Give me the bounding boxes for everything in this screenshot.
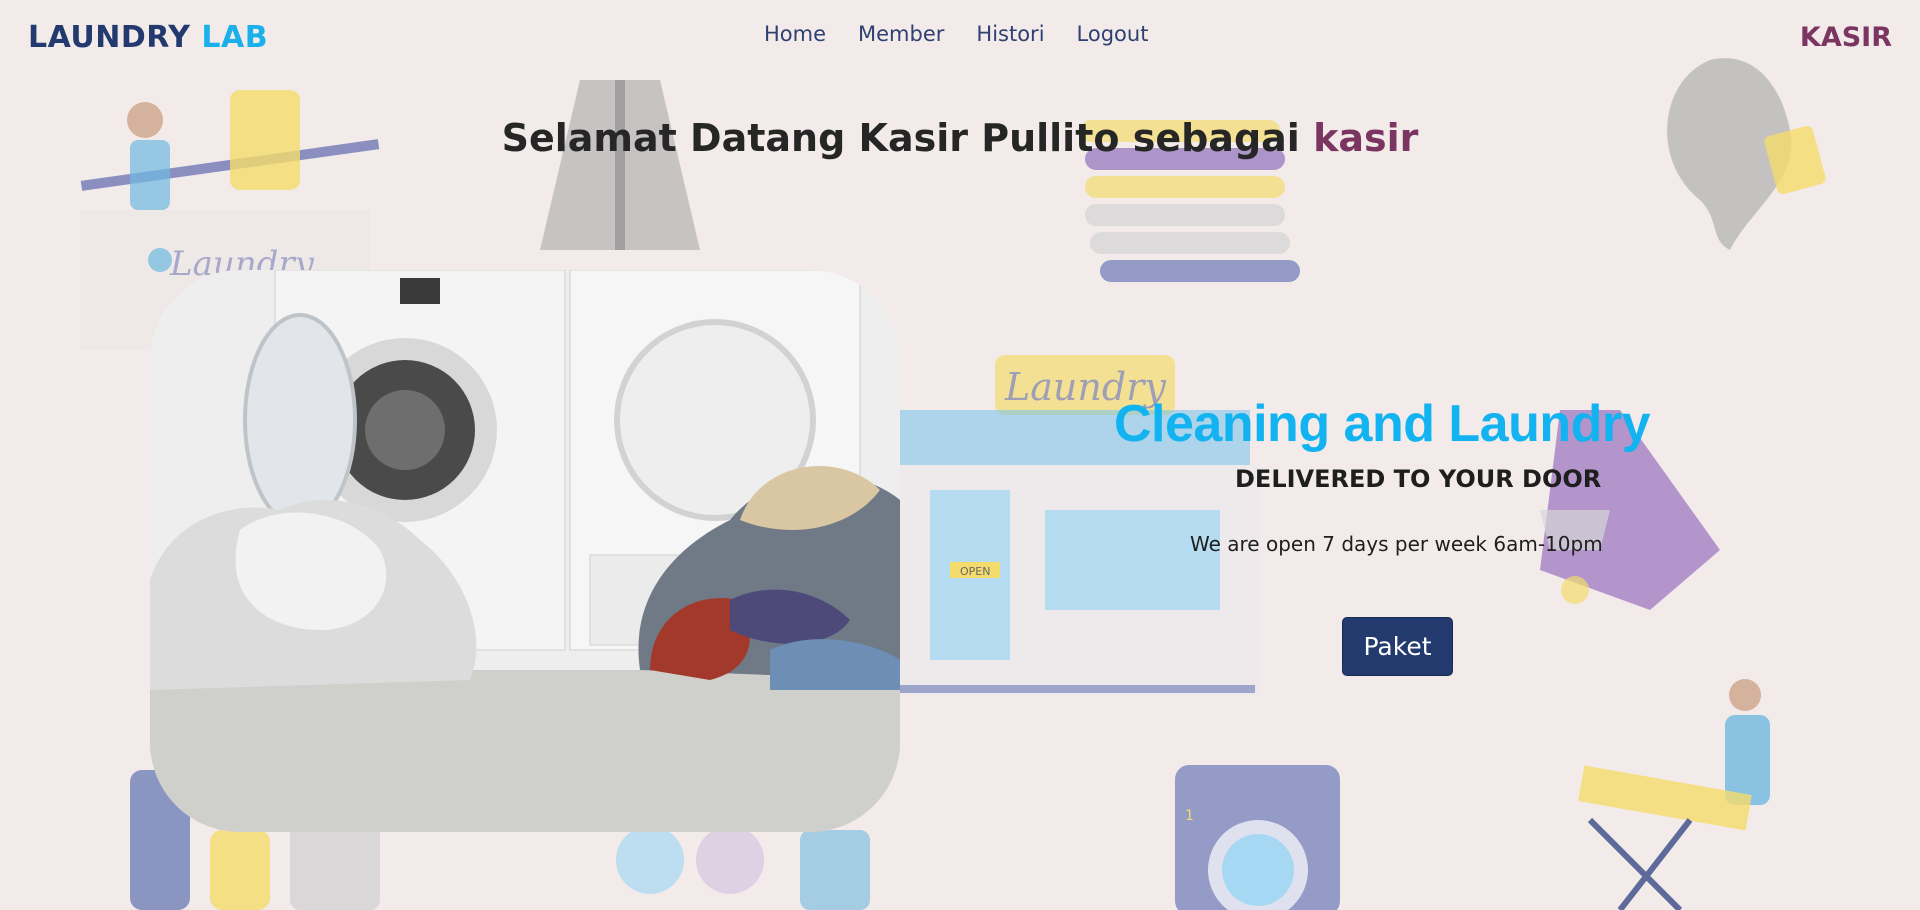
svg-text:OPEN: OPEN <box>960 565 990 578</box>
user-role-label: KASIR <box>1799 22 1892 53</box>
welcome-role: kasir <box>1313 116 1419 160</box>
svg-text:1: 1 <box>1185 808 1194 824</box>
small-machines-illustration <box>616 826 870 910</box>
washing-machine-illustration: 1 <box>1175 765 1340 910</box>
nav-link-home[interactable]: Home <box>764 22 826 46</box>
brand-name-part1: LAUNDRY <box>28 20 191 55</box>
main-nav: Home Member Histori Logout <box>764 22 1148 46</box>
welcome-text: Selamat Datang Kasir Pullito sebagai <box>501 116 1300 160</box>
person-ironing-illustration <box>1578 679 1770 910</box>
brand-name-part2: LAB <box>201 20 269 55</box>
paket-button[interactable]: Paket <box>1342 617 1453 676</box>
hero-title: Cleaning and Laundry <box>1114 395 1651 453</box>
nav-link-histori[interactable]: Histori <box>976 22 1044 46</box>
nav-link-logout[interactable]: Logout <box>1077 22 1149 46</box>
brand-logo[interactable]: LAUNDRY LAB <box>28 20 268 55</box>
opening-hours: We are open 7 days per week 6am-10pm <box>1190 532 1603 556</box>
coat-hanger-illustration <box>540 80 700 250</box>
welcome-heading: Selamat Datang Kasir Pullito sebagai kas… <box>0 116 1920 160</box>
nav-link-member[interactable]: Member <box>858 22 944 46</box>
laundry-photo <box>150 270 900 832</box>
hero-subtitle: DELIVERED TO YOUR DOOR <box>1235 465 1602 493</box>
